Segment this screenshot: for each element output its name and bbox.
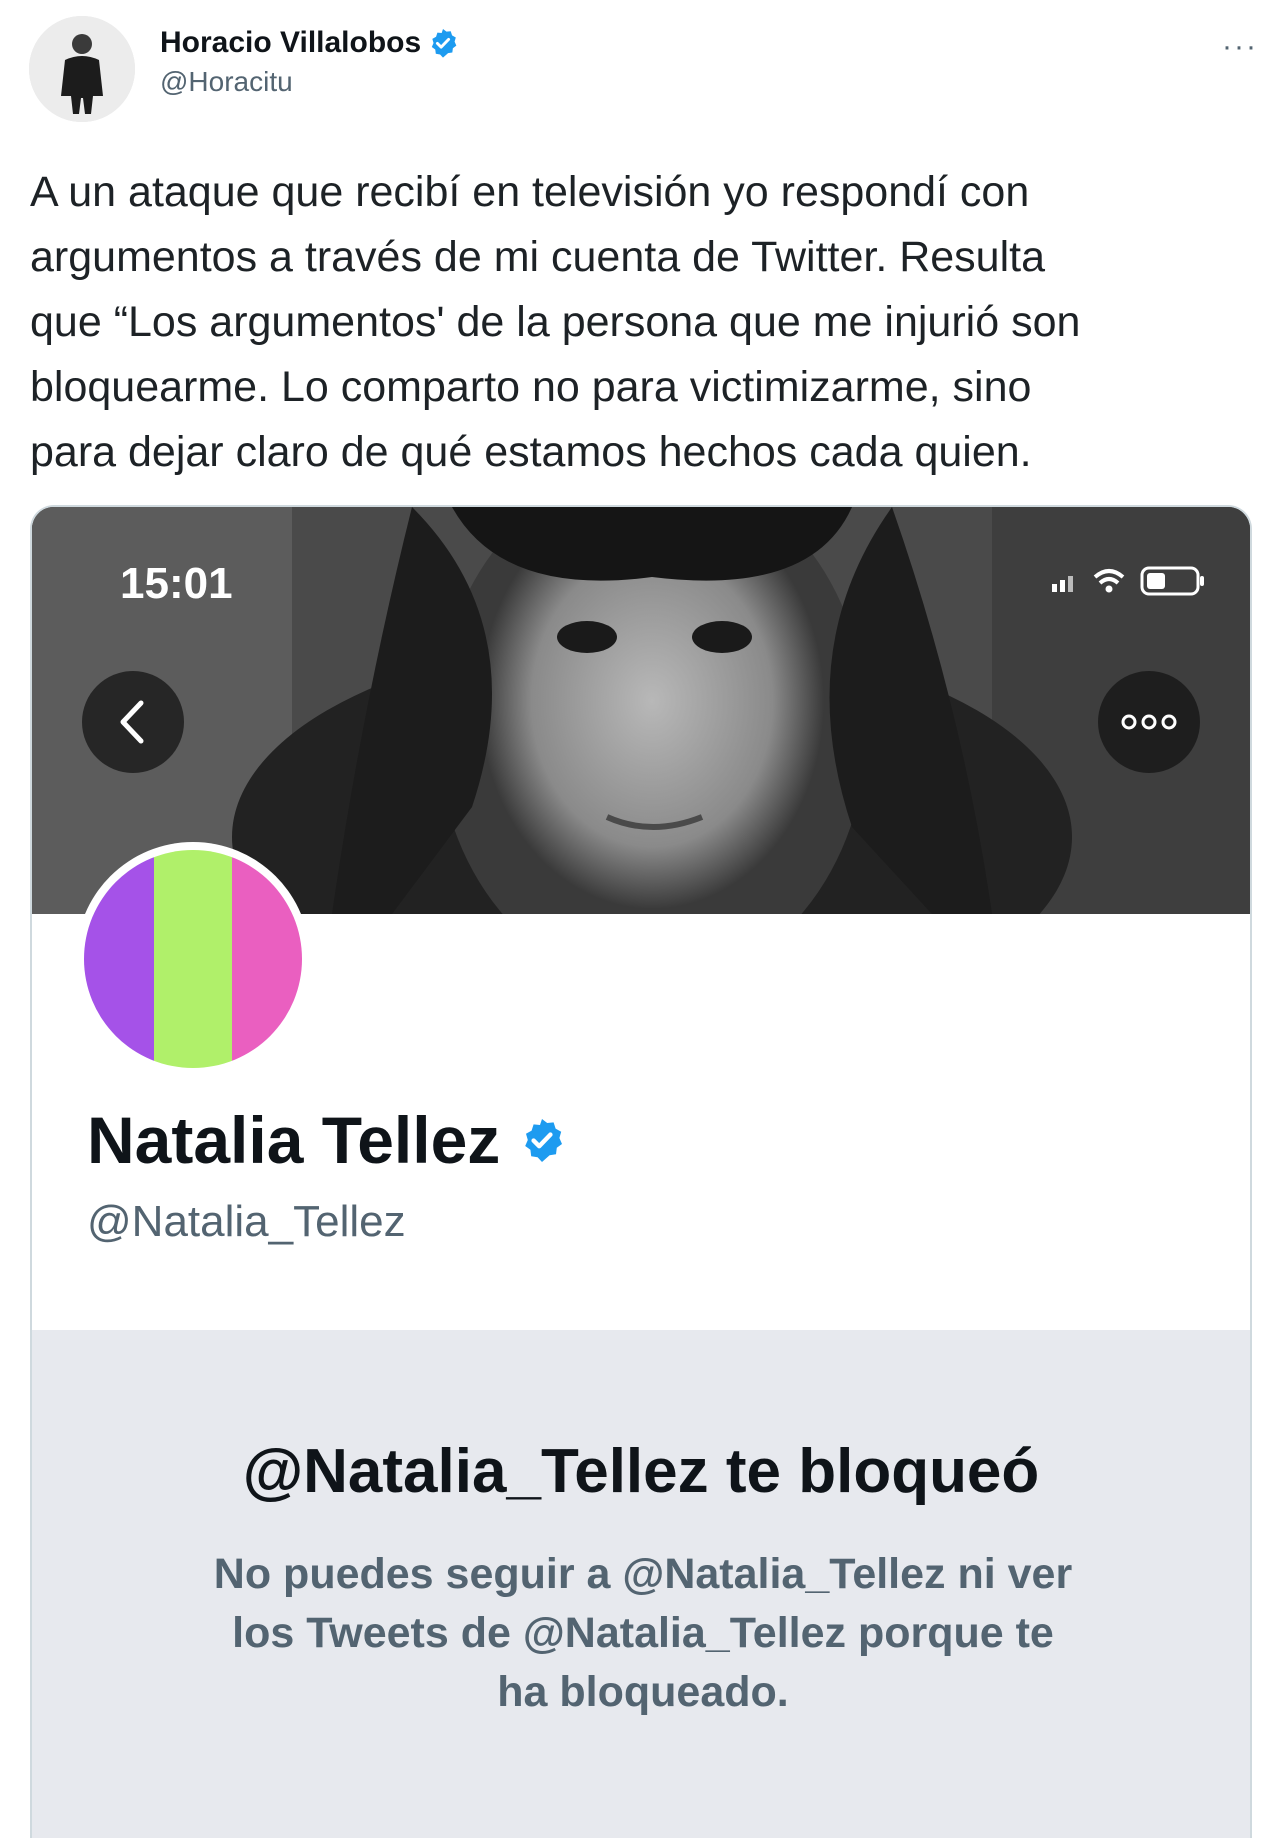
- tweet-text: A un ataque que recibí en televisión yo …: [30, 160, 1255, 485]
- avatar-stripe: [153, 850, 233, 1068]
- back-chevron-icon: [120, 700, 144, 744]
- blocked-notice: @Natalia_Tellez te bloqueó No puedes seg…: [32, 1330, 1250, 1838]
- signal-icon: [1052, 576, 1073, 592]
- blocked-title: @Natalia_Tellez te bloqueó: [242, 1437, 1040, 1506]
- more-icon[interactable]: ···: [1222, 30, 1258, 64]
- verified-badge-icon: [431, 29, 457, 58]
- verified-badge-icon: [525, 1119, 563, 1162]
- blocked-description-line: ha bloqueado.: [497, 1668, 789, 1716]
- tweet-author: Horacio Villalobos @Horacitu: [160, 26, 459, 98]
- wifi-icon: [1093, 569, 1125, 593]
- author-avatar-image: [29, 16, 135, 122]
- tweet-text-line: bloquearme. Lo comparto no para victimiz…: [30, 363, 1032, 411]
- profile-name-row: Natalia Tellez: [87, 1102, 566, 1178]
- tweet-text-line: para dejar claro de qué estamos hechos c…: [30, 428, 1032, 476]
- battery-icon: [1140, 566, 1204, 596]
- tweet-text-line: A un ataque que recibí en televisión yo …: [30, 168, 1030, 216]
- author-avatar[interactable]: [29, 16, 135, 122]
- profile-name: Natalia Tellez: [87, 1103, 501, 1177]
- tweet-media[interactable]: 15:01 Natalia Tellez @Natalia_Tellez @Na…: [30, 505, 1252, 1838]
- blocked-description: No puedes seguir a @Natalia_Tellez ni ve…: [152, 1545, 1134, 1722]
- profile-avatar[interactable]: [76, 842, 310, 1076]
- status-icons: [1052, 565, 1206, 597]
- blocked-description-line: los Tweets de @Natalia_Tellez porque te: [232, 1609, 1054, 1657]
- blocked-description-line: No puedes seguir a @Natalia_Tellez ni ve…: [213, 1550, 1073, 1598]
- profile-avatar-flag: [84, 850, 302, 1068]
- tweet-text-line: que “Los argumentos' de la persona que m…: [30, 298, 1081, 346]
- tweet-text-line: argumentos a través de mi cuenta de Twit…: [30, 233, 1046, 281]
- profile-menu-button[interactable]: [1098, 671, 1200, 773]
- author-handle[interactable]: @Horacitu: [160, 66, 459, 98]
- status-time: 15:01: [120, 559, 233, 608]
- author-name[interactable]: Horacio Villalobos: [160, 26, 421, 60]
- profile-handle: @Natalia_Tellez: [87, 1197, 406, 1246]
- back-button[interactable]: [82, 671, 184, 773]
- ellipsis-icon: [1121, 714, 1177, 730]
